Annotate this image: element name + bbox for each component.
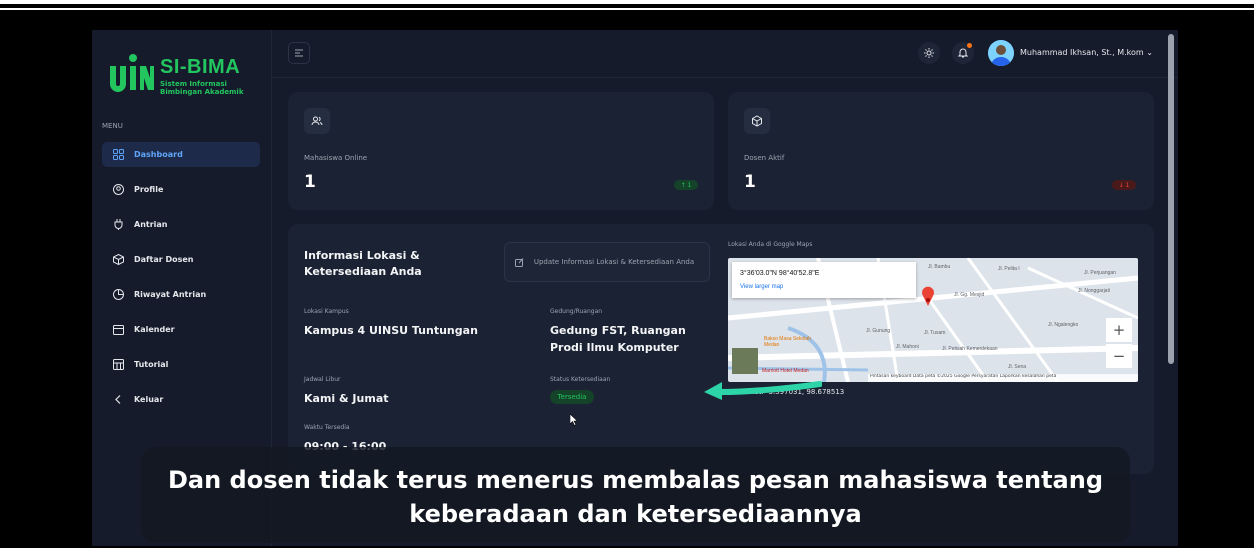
notification-dot: [967, 43, 972, 48]
poi-label: Bakso Masa Sekolah Medan: [764, 336, 811, 348]
sidebar-item-dashboard[interactable]: Dashboard: [102, 142, 260, 167]
sidebar-item-label: Tutorial: [134, 360, 169, 369]
stat-badge-down: ↓ 1: [1112, 180, 1136, 190]
edit-icon: [515, 257, 524, 267]
lokasi-value: Kampus 4 UINSU Tuntungan: [304, 324, 478, 337]
street-label: Jl. Tusam: [924, 330, 946, 336]
plug-icon: [112, 219, 124, 231]
street-label: Jl. Gg. Mesjid: [954, 292, 985, 298]
video-frame-top: [0, 0, 1254, 10]
zoom-out-button[interactable]: −: [1106, 344, 1132, 368]
stat-value: 1: [304, 172, 316, 192]
street-label: Jl. Nonggarjati: [1078, 288, 1110, 294]
user-name[interactable]: Muhammad Ikhsan, St., M.kom ⌄: [1020, 48, 1153, 57]
sidebar-menu: Dashboard Profile Antrian Daftar Dosen R…: [102, 142, 260, 422]
annotation-arrow-icon: [704, 381, 822, 400]
stat-card-mahasiswa: Mahasiswa Online 1 ↑ 1: [288, 92, 714, 210]
sidebar-item-daftar-dosen[interactable]: Daftar Dosen: [102, 247, 260, 272]
chevron-down-icon: ⌄: [1146, 48, 1153, 57]
scrollbar[interactable]: [1168, 34, 1174, 364]
box-icon: [744, 108, 770, 134]
poi-label: Marriott Hotel Medan: [762, 368, 809, 374]
zoom-in-button[interactable]: +: [1106, 318, 1132, 342]
map-info-popup: 3°36'03.0"N 98°40'52.8"E View larger map: [732, 262, 916, 298]
theme-toggle-button[interactable]: [918, 42, 940, 64]
sidebar-item-label: Kalender: [134, 325, 175, 334]
user-circle-icon: [112, 184, 124, 196]
logo-subtitle: Sistem Informasi Bimbingan Akademik: [160, 80, 244, 96]
street-label: Jl. Gunung: [866, 328, 891, 334]
status-badge: Tersedia: [550, 390, 594, 404]
mouse-cursor-icon: [570, 414, 578, 426]
jadwal-label: Jadwal Libur: [304, 376, 341, 383]
sidebar-item-keluar[interactable]: Keluar: [102, 387, 260, 412]
map-footer: Pintasan keyboard Data peta ©2025 Google…: [868, 374, 1138, 382]
logo[interactable]: SI-BIMA Sistem Informasi Bimbingan Akade…: [104, 50, 254, 100]
stat-value: 1: [744, 172, 756, 192]
sidebar-item-kalender[interactable]: Kalender: [102, 317, 260, 342]
user-photo-icon: [988, 40, 1014, 66]
sidebar-item-label: Keluar: [134, 395, 164, 404]
calendar-icon: [112, 324, 124, 336]
users-icon: [304, 108, 330, 134]
stat-label: Mahasiswa Online: [304, 154, 368, 162]
sun-icon: [924, 48, 934, 58]
caption-line-1: Dan dosen tidak terus menerus membalas p…: [167, 466, 1104, 494]
street-label: Jl. Bambu: [928, 264, 951, 270]
street-label: Jl. Petisah Kemerdekaan: [942, 346, 998, 352]
menu-icon: [295, 49, 303, 57]
view-larger-map-link[interactable]: View larger map: [740, 284, 783, 290]
street-label: Jl. Sena: [1008, 364, 1027, 370]
sidebar-item-label: Dashboard: [134, 150, 183, 159]
table-icon: [112, 359, 124, 371]
box-icon: [112, 254, 124, 266]
street-label: Jl. Pelita I: [998, 266, 1020, 272]
logo-title: SI-BIMA: [160, 56, 241, 78]
jadwal-value: Kami & Jumat: [304, 392, 389, 405]
sidebar-item-profile[interactable]: Profile: [102, 177, 260, 202]
status-label: Status Ketersediaan: [550, 376, 611, 383]
avatar[interactable]: [988, 40, 1014, 66]
waktu-label: Waktu Tersedia: [304, 424, 350, 431]
stat-label: Dosen Aktif: [744, 154, 785, 162]
user-name-text: Muhammad Ikhsan, St., M.kom: [1020, 48, 1144, 57]
pie-icon: [112, 289, 124, 301]
google-map[interactable]: 3°36'03.0"N 98°40'52.8"E View larger map…: [728, 258, 1138, 382]
top-header: Muhammad Ikhsan, St., M.kom ⌄: [272, 30, 1178, 78]
update-location-button[interactable]: Update Informasi Lokasi & Ketersediaan A…: [504, 242, 710, 282]
caption-text: Dan dosen tidak terus menerus membalas p…: [141, 463, 1130, 531]
sidebar-item-antrian[interactable]: Antrian: [102, 212, 260, 237]
video-caption: Dan dosen tidak terus menerus membalas p…: [141, 447, 1130, 543]
notification-button[interactable]: [952, 42, 974, 64]
chevron-left-icon: [112, 394, 124, 406]
update-button-label: Update Informasi Lokasi & Ketersediaan A…: [533, 258, 695, 266]
bell-icon: [958, 48, 968, 58]
gedung-value: Gedung FST, Ruangan Prodi Ilmu Komputer: [550, 324, 686, 354]
menu-label: MENU: [102, 122, 123, 130]
uin-logo-icon: [110, 54, 154, 92]
gedung-label: Gedung/Ruangan: [550, 308, 603, 315]
map-popup-coords: 3°36'03.0"N 98°40'52.8"E: [740, 270, 820, 277]
sidebar-item-riwayat-antrian[interactable]: Riwayat Antrian: [102, 282, 260, 307]
sidebar-item-tutorial[interactable]: Tutorial: [102, 352, 260, 377]
sidebar-item-label: Antrian: [134, 220, 168, 229]
sidebar-item-label: Profile: [134, 185, 164, 194]
sidebar-item-label: Riwayat Antrian: [134, 290, 207, 299]
stat-badge-up: ↑ 1: [674, 180, 698, 190]
sidebar-item-label: Daftar Dosen: [134, 255, 194, 264]
grid-icon: [112, 149, 124, 161]
stat-card-dosen: Dosen Aktif 1 ↓ 1: [728, 92, 1154, 210]
street-label: Jl. Ngalengko: [1048, 322, 1079, 328]
lokasi-label: Lokasi Kampus: [304, 308, 349, 315]
street-label: Jl. Mahoni: [896, 344, 919, 350]
caption-line-2: keberadaan dan ketersediaannya: [409, 500, 862, 528]
map-label: Lokasi Anda di Goggle Maps: [728, 241, 813, 248]
sidebar-toggle-button[interactable]: [288, 42, 310, 64]
street-label: Jl. Perjuangan: [1084, 270, 1116, 276]
video-frame-bottom: [0, 548, 1254, 554]
info-title: Informasi Lokasi & Ketersediaan Anda: [304, 249, 422, 278]
